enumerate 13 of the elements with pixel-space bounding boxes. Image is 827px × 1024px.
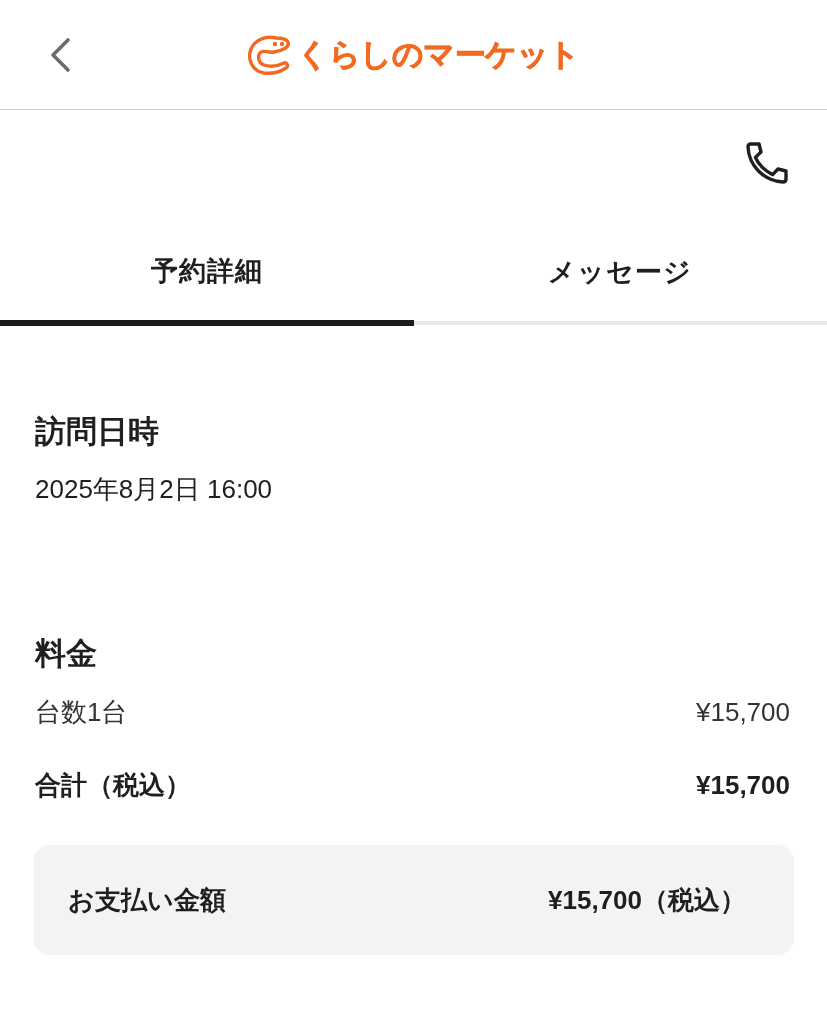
section-heading: 訪問日時 (35, 413, 160, 451)
fee-label: 台数1台 (35, 696, 128, 729)
visit-datetime: 2025年8月2日 16:00 (35, 473, 274, 506)
phone-button[interactable] (743, 139, 791, 187)
chevron-left-icon (48, 36, 72, 73)
fee-amount: ¥15,700 (696, 696, 790, 729)
payment-label: お支払い金額 (68, 883, 226, 917)
fee-amount: ¥15,700 (696, 769, 790, 802)
payment-amount: ¥15,700（税込） (548, 883, 746, 917)
phone-icon (743, 139, 791, 187)
fee-label: 合計（税込） (35, 769, 191, 802)
logo-text: くらしのマーケット (297, 35, 580, 74)
section-heading: 料金 (35, 635, 98, 673)
